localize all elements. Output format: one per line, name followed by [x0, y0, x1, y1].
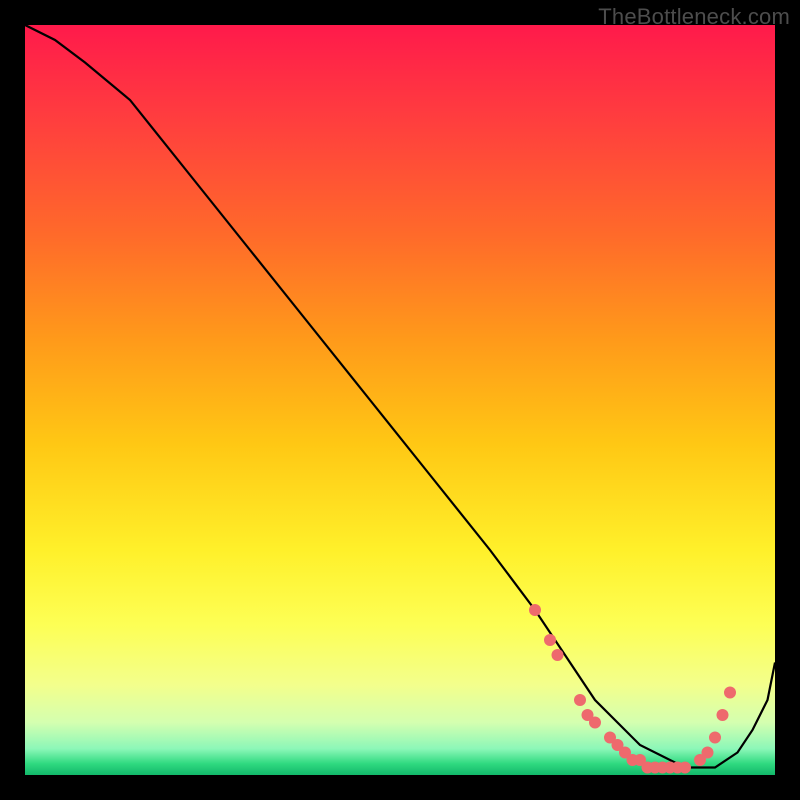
marker-dot [544, 634, 556, 646]
marker-dot [702, 747, 714, 759]
marker-dot [552, 649, 564, 661]
gradient-background [25, 25, 775, 775]
marker-dot [529, 604, 541, 616]
marker-dot [717, 709, 729, 721]
marker-dot [709, 732, 721, 744]
marker-dot [724, 687, 736, 699]
marker-dot [574, 694, 586, 706]
marker-dot [589, 717, 601, 729]
marker-dot [679, 762, 691, 774]
bottleneck-chart [0, 0, 800, 800]
